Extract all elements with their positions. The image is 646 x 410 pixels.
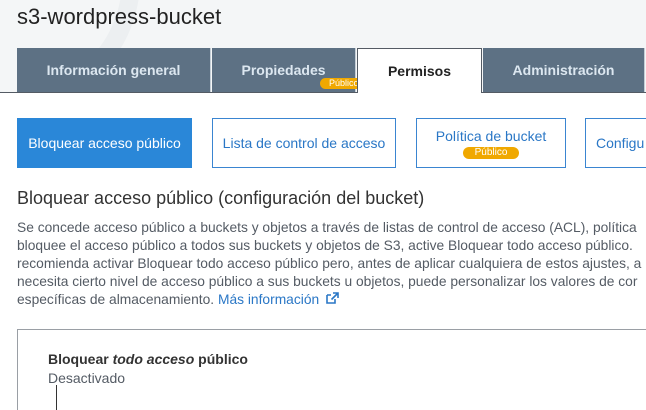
title-emphasis: todo acceso	[112, 351, 195, 367]
tab-management[interactable]: Administración	[483, 48, 645, 92]
subtab-label: Configu	[596, 135, 645, 151]
title-prefix: Bloquear	[48, 351, 109, 367]
tab-label: Permisos	[387, 63, 452, 79]
subtab-label: Lista de control de acceso	[222, 135, 386, 151]
tabs-divider	[0, 92, 646, 93]
description-line-last: específicas de almacenamiento. Más infor…	[17, 291, 646, 309]
block-all-status: Desactivado	[48, 370, 126, 386]
description-line: bloquee el acceso público a todos sus bu…	[17, 238, 633, 253]
block-all-public-access-panel: Bloquear todo acceso público Desactivado	[17, 329, 646, 410]
description-line: Se concede acceso público a buckets y ob…	[17, 220, 637, 235]
bucket-name: s3-wordpress-bucket	[17, 4, 222, 29]
tab-general-info[interactable]: Información general	[17, 48, 211, 92]
subtab-block-public-access[interactable]: Bloquear acceso público	[17, 118, 192, 168]
tab-permissions[interactable]: Permisos	[357, 48, 482, 93]
title-suffix: público	[198, 351, 248, 367]
tab-label: Administración	[512, 62, 615, 78]
section-title: Bloquear acceso público (configuración d…	[17, 188, 425, 208]
subtab-bucket-policy[interactable]: Política de bucket Público	[416, 118, 566, 168]
subtab-label: Política de bucket	[435, 127, 547, 144]
more-info-label: Más información	[217, 292, 320, 307]
external-link-icon	[326, 292, 339, 304]
description-line: recomienda activar Bloquear todo acceso …	[17, 256, 642, 271]
subtab-access-control-list[interactable]: Lista de control de acceso	[212, 118, 396, 168]
tab-label: Información general	[46, 62, 181, 78]
tree-connector-line	[56, 385, 57, 410]
tab-label: Propiedades	[241, 62, 326, 78]
description-text: específicas de almacenamiento.	[17, 292, 215, 307]
block-all-title: Bloquear todo acceso público	[48, 351, 248, 367]
description-line: necesita cierto nivel de acceso público …	[17, 274, 638, 289]
subtab-label: Bloquear acceso público	[28, 135, 181, 151]
public-badge: Público	[462, 146, 520, 159]
section-description: Se concede acceso público a buckets y ob…	[17, 219, 646, 309]
subtab-configuration[interactable]: Configu	[585, 118, 646, 168]
more-info-link[interactable]: Más información	[218, 292, 339, 307]
tab-properties[interactable]: Propiedades Público	[212, 48, 368, 92]
